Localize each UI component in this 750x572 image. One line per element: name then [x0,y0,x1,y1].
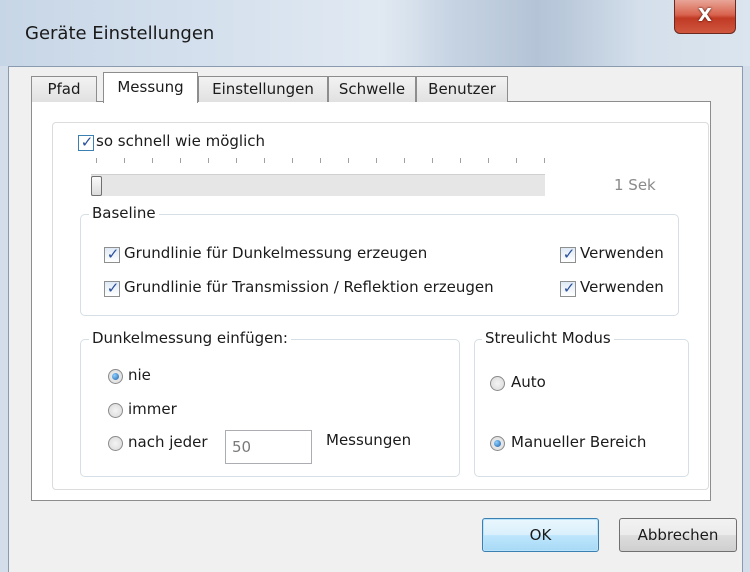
radio-auto-label: Auto [511,373,546,391]
radio-never[interactable] [108,369,123,384]
slider-tick [152,158,153,163]
check-icon: ✓ [106,279,120,297]
tab-messung[interactable]: Messung [103,72,198,103]
dark-insert-group-title: Dunkelmessung einfügen: [89,329,291,347]
tab-pfad[interactable]: Pfad [31,76,97,102]
interval-slider-track[interactable] [91,174,545,196]
slider-tick [404,158,405,163]
use-dark-label: Verwenden [580,244,664,262]
slider-tick [264,158,265,163]
use-trans-checkbox[interactable]: ✓ [560,279,576,297]
slider-tick [348,158,349,163]
close-button[interactable]: X [674,0,736,34]
use-trans-label: Verwenden [580,278,664,296]
radio-manual[interactable] [490,436,505,451]
window-frame-right [742,66,750,572]
radio-after-label: nach jeder [128,433,208,451]
title-bar-glass [380,0,640,70]
radio-manual-label: Manueller Bereich [511,433,647,451]
slider-tick [124,158,125,163]
fast-checkbox-label: so schnell wie möglich [96,132,265,150]
radio-always-label: immer [128,400,177,418]
use-dark-checkbox[interactable]: ✓ [560,245,576,263]
slider-tick [460,158,461,163]
slider-tick [432,158,433,163]
interval-slider-thumb[interactable] [91,176,102,196]
radio-selected-dot [112,373,119,380]
slider-tick [96,158,97,163]
tab-benutzer[interactable]: Benutzer [416,76,508,102]
trans-baseline-checkbox[interactable]: ✓ [104,279,120,297]
slider-tick [236,158,237,163]
baseline-group-title: Baseline [89,204,159,222]
radio-never-label: nie [128,366,151,384]
window-frame-left [0,66,9,572]
slider-tick [320,158,321,163]
slider-tick [544,158,545,163]
radio-selected-dot [494,440,501,447]
slider-tick [376,158,377,163]
slider-tick [516,158,517,163]
check-icon: ✓ [80,133,94,151]
baseline-group [80,214,679,316]
dark-baseline-label: Grundlinie für Dunkelmessung erzeugen [124,244,428,262]
slider-tick [292,158,293,163]
tab-schwelle[interactable]: Schwelle [328,76,416,102]
cancel-button[interactable]: Abbrechen [619,518,737,552]
radio-after[interactable] [108,436,123,451]
check-icon: ✓ [562,279,576,297]
window-title: Geräte Einstellungen [25,23,215,44]
fast-checkbox[interactable]: ✓ [78,133,94,151]
slider-tick [180,158,181,163]
check-icon: ✓ [106,245,120,263]
radio-auto[interactable] [490,376,505,391]
scatter-mode-group [474,339,689,477]
dark-baseline-checkbox[interactable]: ✓ [104,245,120,263]
trans-baseline-label: Grundlinie für Transmission / Reflektion… [124,278,494,296]
check-icon: ✓ [562,245,576,263]
radio-always[interactable] [108,403,123,418]
ok-button[interactable]: OK [482,518,599,552]
after-count-input[interactable]: 50 [225,430,312,464]
slider-tick [208,158,209,163]
slider-value-label: 1 Sek [614,176,656,194]
tab-einstellungen[interactable]: Einstellungen [198,76,328,102]
close-icon: X [698,5,712,26]
scatter-mode-group-title: Streulicht Modus [482,329,614,347]
after-unit-label: Messungen [326,431,412,449]
slider-tick [488,158,489,163]
